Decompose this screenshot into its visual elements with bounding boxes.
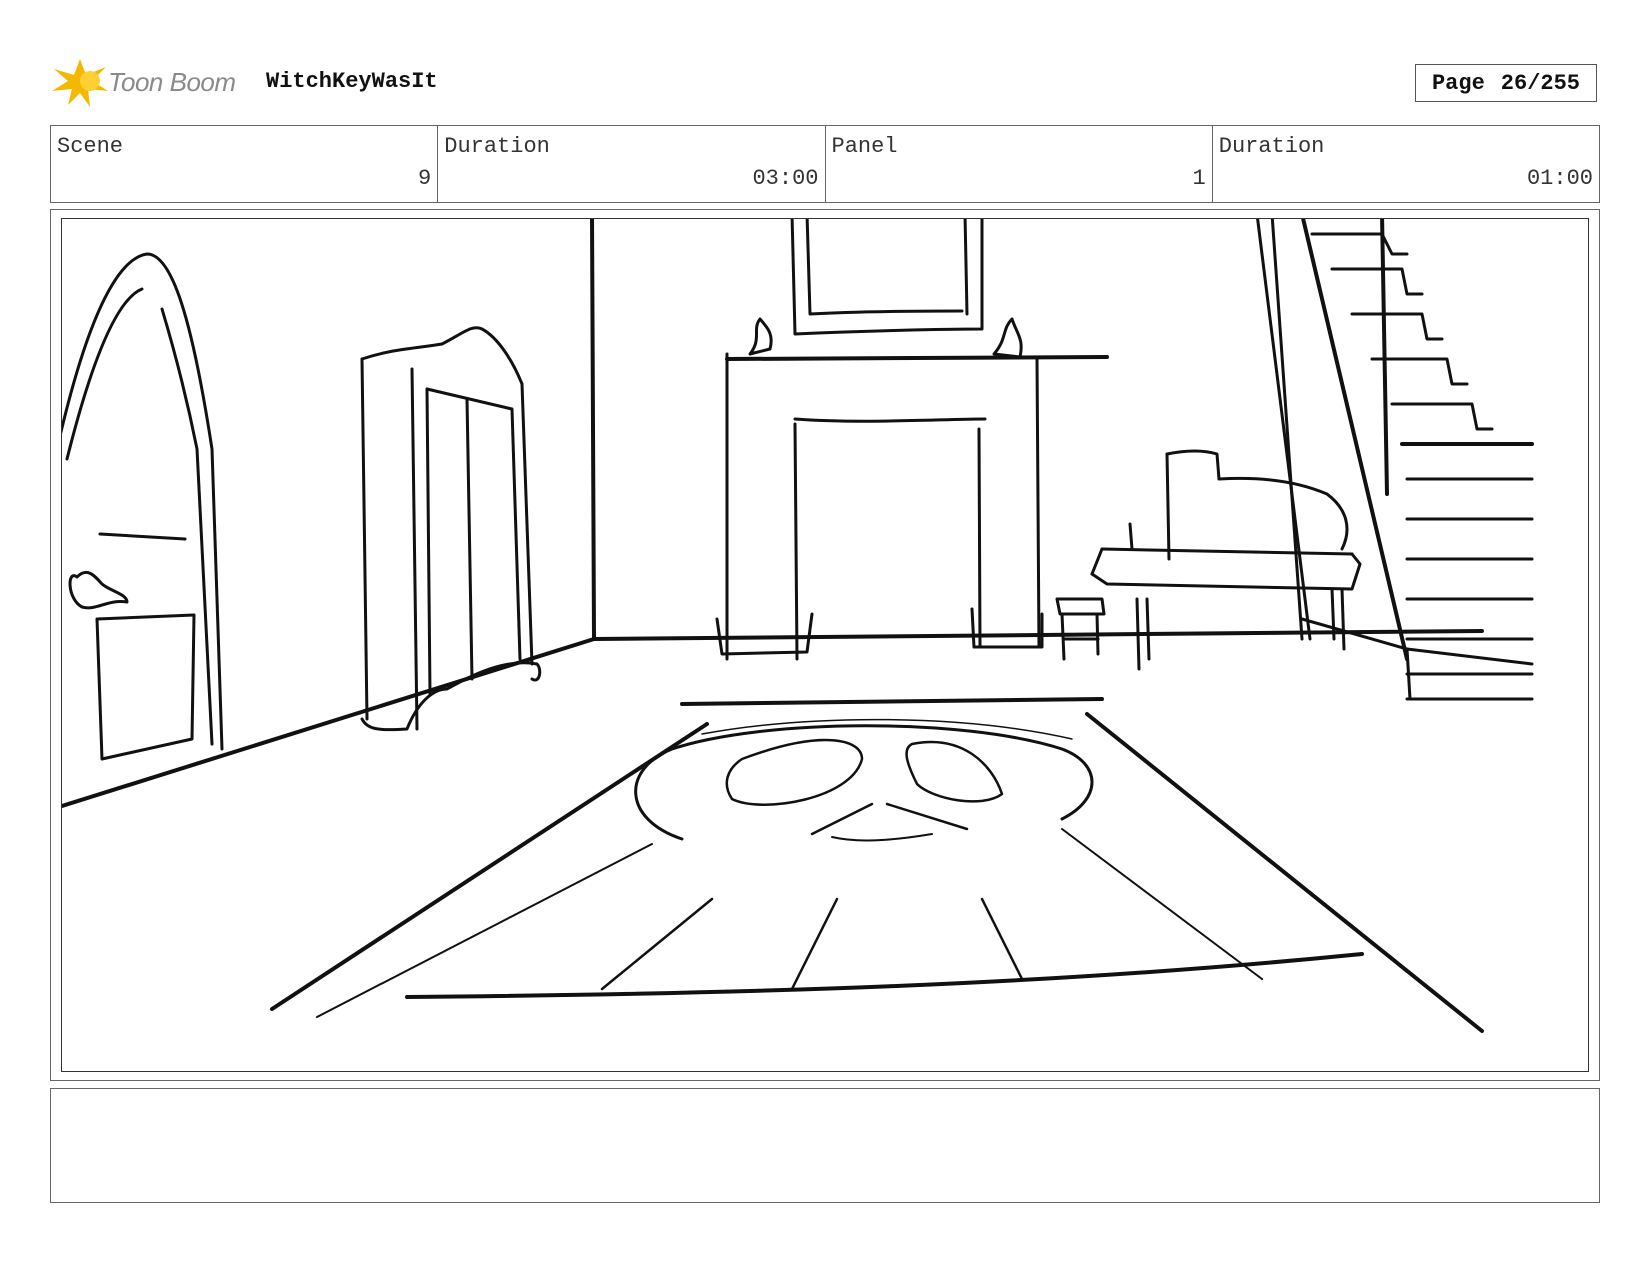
toon-boom-logo: Toon Boom [50, 57, 250, 107]
panel-duration-cell: Duration 01:00 [1213, 126, 1599, 202]
panel-value: 1 [1192, 166, 1206, 191]
armoire [360, 326, 542, 732]
star-burst-icon [52, 59, 108, 107]
panel-duration-label: Duration [1218, 134, 1325, 159]
storyboard-panel [50, 209, 1600, 1081]
grand-piano [1090, 449, 1362, 671]
panel-duration-value: 01:00 [1526, 166, 1593, 191]
room-sketch [62, 219, 1534, 1033]
arched-door [62, 252, 224, 761]
page-indicator: Page 26/255 [1415, 64, 1597, 102]
scene-duration-cell: Duration 03:00 [438, 126, 826, 202]
scene-cell: Scene 9 [51, 126, 439, 202]
page-label: Page [1431, 70, 1485, 96]
scene-value: 9 [418, 166, 432, 191]
staircase [1256, 219, 1534, 701]
panel-label: Panel [831, 134, 898, 159]
piano-bench [1055, 597, 1106, 661]
panel-notes-area[interactable] [50, 1088, 1600, 1203]
scene-info-row: Scene 9 Duration 03:00 Panel 1 Duration … [50, 125, 1600, 203]
panel-cell: Panel 1 [826, 126, 1213, 202]
scene-duration-label: Duration [444, 134, 550, 159]
page-number: 26/255 [1500, 70, 1581, 96]
rug [270, 697, 1484, 1033]
brand-name: Toon Boom [108, 67, 236, 97]
storyboard-header: Toon Boom WitchKeyWasIt Page 26/255 [50, 55, 1600, 110]
scene-duration-value: 03:00 [752, 166, 819, 191]
project-title: WitchKeyWasIt [266, 69, 438, 94]
panel-drawing-frame [61, 218, 1589, 1072]
scene-label: Scene [57, 134, 124, 159]
fireplace [715, 219, 1109, 661]
